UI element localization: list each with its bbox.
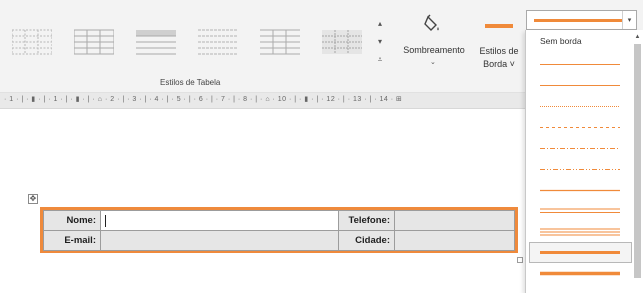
table-style-thumb[interactable]	[255, 22, 305, 60]
table-cell-nome-value[interactable]	[100, 210, 339, 231]
border-option-label: Sem borda	[540, 36, 582, 46]
table-cell-label[interactable]: Nome:	[43, 210, 101, 231]
table-style-thumb[interactable]	[131, 22, 181, 60]
document-page[interactable]: ✥ Nome: Telefone: E-mail: Cidade:	[0, 110, 525, 293]
table-cell-label[interactable]: E-mail:	[43, 230, 101, 251]
table-cell-label[interactable]: Cidade:	[338, 230, 395, 251]
border-option[interactable]	[529, 74, 632, 95]
shading-button[interactable]: Sombreamento ⌄	[400, 8, 468, 68]
gallery-scroll[interactable]: ▴ ▾ ⩡	[373, 14, 387, 70]
border-option[interactable]	[529, 137, 632, 158]
border-option[interactable]	[529, 200, 632, 221]
more-icon[interactable]: ⩡	[378, 55, 383, 65]
table-cell-telefone-value[interactable]	[394, 210, 515, 231]
border-style-dropdown: Sem borda ▲	[525, 30, 643, 293]
scroll-up-icon[interactable]: ▴	[378, 19, 382, 28]
ruler-marks: · 1 · | · ▮ · | · 1 · | · ▮ · | · ⌂ · 2 …	[4, 96, 403, 103]
shading-label: Sombreamento	[403, 45, 465, 55]
table-move-handle-icon[interactable]: ✥	[28, 194, 38, 204]
border-option[interactable]	[529, 221, 632, 242]
table-row: E-mail: Cidade:	[43, 230, 515, 251]
table-style-thumb[interactable]	[7, 22, 57, 60]
scrollbar-thumb[interactable]	[634, 44, 641, 278]
table-styles-gallery	[7, 14, 385, 70]
border-option[interactable]	[529, 158, 632, 179]
border-option[interactable]	[529, 95, 632, 116]
chevron-down-icon[interactable]: ▾	[622, 11, 636, 29]
border-style-preview	[534, 19, 622, 22]
border-styles-label-2: Borda ˅	[483, 59, 515, 69]
table-styles-group-label: Estilos de Tabela	[160, 78, 221, 87]
table-style-thumb[interactable]	[193, 22, 243, 60]
table-cell-label[interactable]: Telefone:	[338, 210, 395, 231]
paint-bucket-icon	[424, 14, 439, 31]
table-cell-email-value[interactable]	[100, 230, 339, 251]
border-styles-button[interactable]: Estilos de Borda ˅	[478, 8, 520, 78]
table-style-thumb[interactable]	[69, 22, 119, 60]
border-option[interactable]	[529, 263, 632, 284]
table-row: Nome: Telefone:	[43, 210, 515, 231]
dropdown-scrollbar[interactable]: ▲	[633, 34, 642, 289]
border-option[interactable]	[529, 53, 632, 74]
scroll-down-icon[interactable]: ▾	[378, 37, 382, 46]
text-cursor	[105, 214, 106, 227]
table-cell-cidade-value[interactable]	[394, 230, 515, 251]
border-style-select[interactable]: ▾	[526, 10, 637, 30]
table-resize-handle[interactable]	[517, 257, 523, 263]
border-option-selected[interactable]	[529, 242, 632, 263]
table-style-thumb[interactable]	[317, 22, 367, 60]
chevron-down-icon: ⌄	[430, 59, 436, 66]
border-option[interactable]	[529, 116, 632, 137]
border-line-icon	[485, 24, 513, 28]
scroll-up-icon[interactable]: ▲	[633, 34, 642, 40]
border-styles-label: Estilos de	[479, 46, 519, 56]
horizontal-ruler[interactable]: · 1 · | · ▮ · | · 1 · | · ▮ · | · ⌂ · 2 …	[0, 93, 525, 109]
form-table[interactable]: Nome: Telefone: E-mail: Cidade:	[40, 207, 518, 253]
border-option[interactable]	[529, 179, 632, 200]
border-option-none[interactable]: Sem borda	[529, 32, 632, 53]
